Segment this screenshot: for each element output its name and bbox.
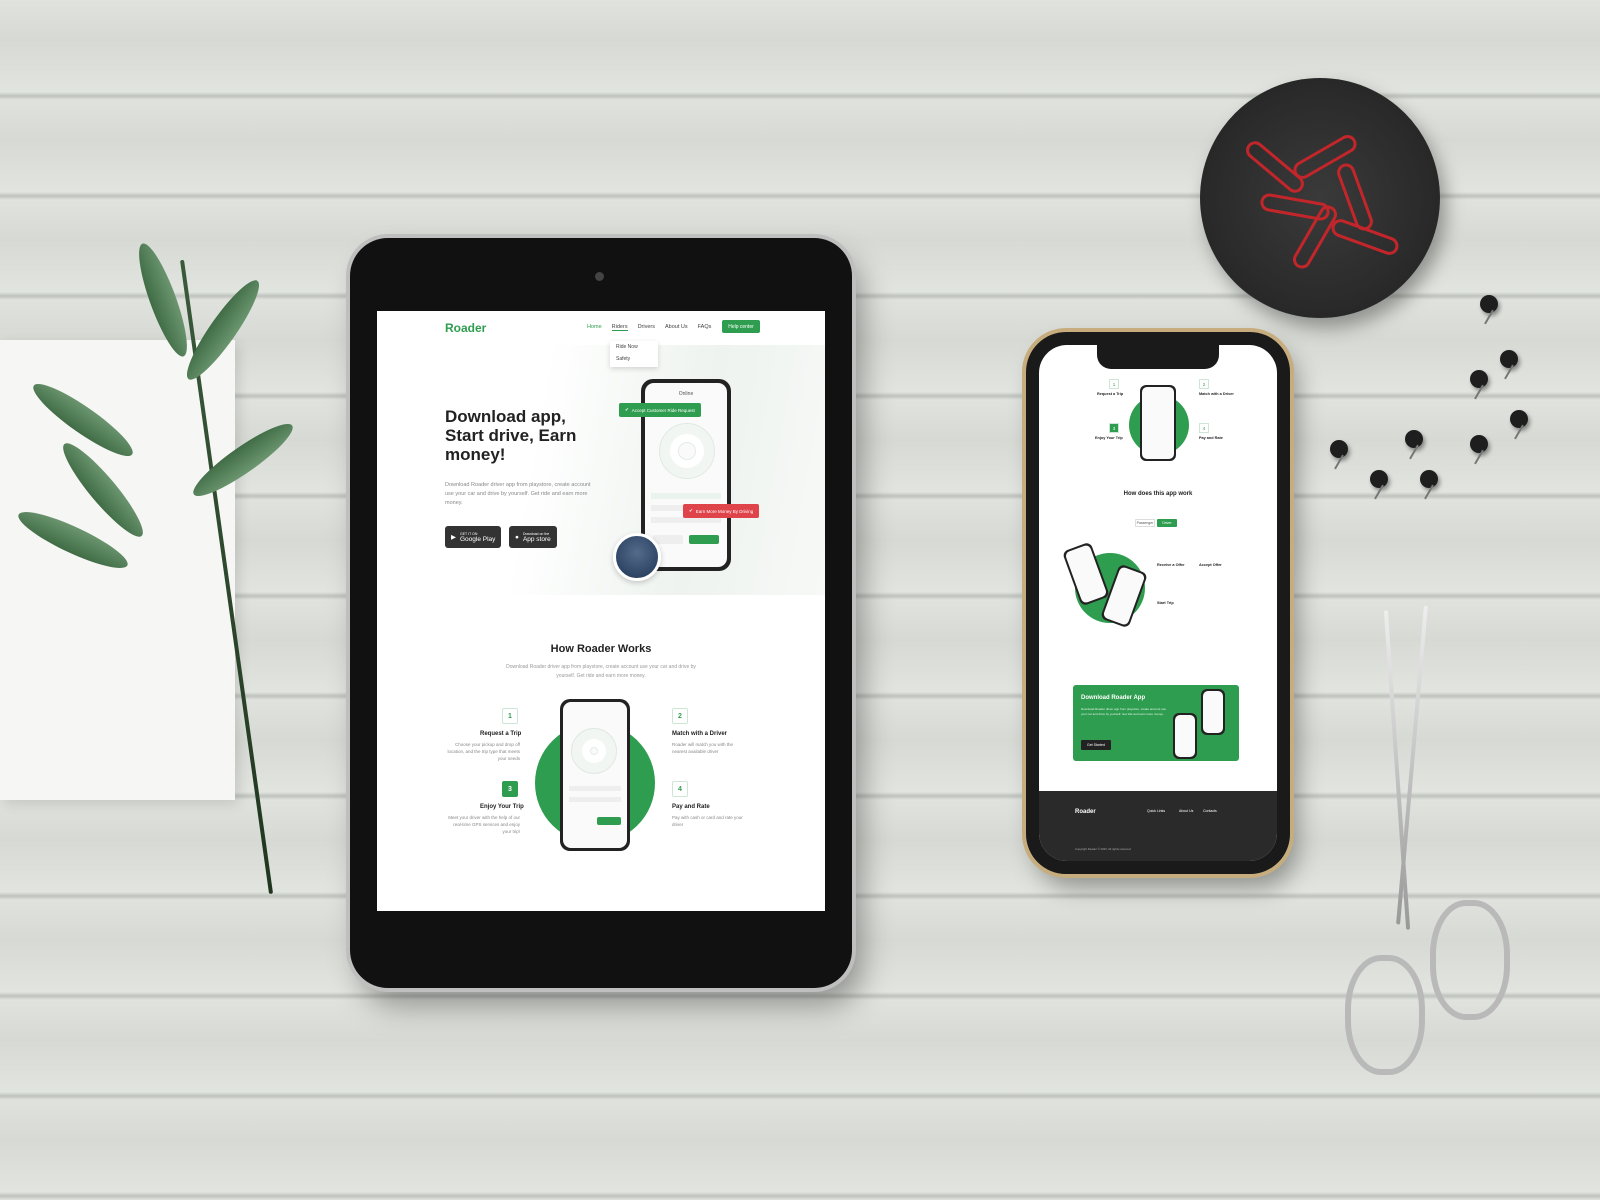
cta-title: Download Roader App <box>1081 695 1146 701</box>
m-step-2-title: Match with a Driver <box>1199 392 1234 396</box>
nav-home[interactable]: Home <box>587 324 602 331</box>
footer-quick-links: Quick Links <box>1147 809 1166 813</box>
nav-riders[interactable]: Riders <box>611 324 628 331</box>
works-title: How Roader Works <box>550 643 652 655</box>
phone-notch <box>1097 345 1219 369</box>
m-step-4-number: 4 <box>1199 423 1209 433</box>
m-step-2-number: 2 <box>1199 379 1209 389</box>
step-1-text: Choose your pickup and drop off location… <box>447 742 520 762</box>
driver-avatar <box>613 533 661 581</box>
toast-text: Earn More Money By Driving <box>695 508 754 514</box>
works-phone-mockup <box>560 699 630 851</box>
phone-device: 1 Request a Trip 2 Match with a Driver 3… <box>1026 332 1290 874</box>
site-header: Roader Home Riders Drivers About Us FAQs… <box>377 311 825 345</box>
footer-copyright: Copyright Roader © 2020. All rights rese… <box>1075 847 1132 851</box>
store-label: App store <box>522 535 551 543</box>
step-4-text: Pay with cash or card and rate your driv… <box>672 815 743 828</box>
accept-button[interactable] <box>689 535 719 544</box>
step-2-title: Match with a Driver <box>672 731 728 737</box>
step-1-title: Request a Trip <box>480 731 522 737</box>
feature-receive-offer: Receive a Offer <box>1157 563 1185 567</box>
push-pin <box>1420 470 1438 488</box>
download-app-banner: Download Roader App Download Roader driv… <box>1073 685 1239 761</box>
phone-status: Online <box>678 391 694 397</box>
ride-card-line <box>651 493 721 499</box>
ride-card-line <box>569 797 621 802</box>
push-pin <box>1470 370 1488 388</box>
footer-about: About Us <box>1179 809 1194 813</box>
step-2-number: 2 <box>672 708 688 724</box>
nav-about[interactable]: About Us <box>665 324 688 331</box>
cta-phone-mockup <box>1201 689 1225 735</box>
steps-phone-mockup <box>1140 385 1176 461</box>
hero-background <box>377 345 825 595</box>
m-step-1-number: 1 <box>1109 379 1119 389</box>
ride-card-line <box>569 786 621 791</box>
feature-start-trip: Start Trip <box>1157 601 1174 605</box>
paperclip-bowl <box>1200 78 1440 318</box>
app-store-button[interactable]: ● Download on the App store <box>509 526 557 548</box>
main-nav: Home Riders Drivers About Us FAQs <box>587 324 711 331</box>
feature-accept-offer: Accept Offer <box>1199 563 1222 567</box>
step-3-text: Meet your driver with the help of our re… <box>448 815 520 835</box>
camera-icon <box>595 272 604 281</box>
push-pin <box>1405 430 1423 448</box>
scissors-handle <box>1430 900 1510 1020</box>
nav-drivers[interactable]: Drivers <box>638 324 655 331</box>
dropdown-safety[interactable]: Safety <box>616 356 652 362</box>
scissors-handle <box>1345 955 1425 1075</box>
step-2-text: Roader will match you with the nearest a… <box>672 742 734 755</box>
m-step-4-title: Pay and Rate <box>1199 436 1223 440</box>
push-pin <box>1510 410 1528 428</box>
m-step-3-title: Enjoy Your Trip <box>1095 436 1123 440</box>
step-3-number: 3 <box>502 781 518 797</box>
step-4-number: 4 <box>672 781 688 797</box>
footer-contacts: Contacts <box>1203 809 1217 813</box>
push-pin <box>1480 295 1498 313</box>
help-center-button[interactable]: Help center <box>722 320 760 333</box>
cta-text: Download Roader driver app from playstor… <box>1081 707 1167 716</box>
step-3-title: Enjoy Your Trip <box>480 804 524 810</box>
site-logo[interactable]: Roader <box>445 321 486 335</box>
push-pin <box>1370 470 1388 488</box>
paper-sheet <box>0 340 235 800</box>
how-app-works-title: How does this app work <box>1123 491 1193 497</box>
check-icon: ✔ <box>689 508 693 513</box>
step-4-title: Pay and Rate <box>672 804 710 810</box>
m-step-3-number: 3 <box>1109 423 1119 433</box>
toast-text: Accept Customer Ride Request <box>631 407 695 413</box>
phone-screen: 1 Request a Trip 2 Match with a Driver 3… <box>1039 345 1277 861</box>
m-step-1-title: Request a Trip <box>1097 392 1124 396</box>
hero-text: Download Roader driver app from playstor… <box>445 482 591 506</box>
works-text: Download Roader driver app from playstor… <box>506 664 696 679</box>
passenger-toggle[interactable]: Passenger <box>1135 519 1155 527</box>
dropdown-ride-now[interactable]: Ride Now <box>616 344 652 350</box>
push-pin <box>1470 435 1488 453</box>
cta-phone-mockup <box>1173 713 1197 759</box>
step-1-number: 1 <box>502 708 518 724</box>
hero-title: Download app, Start drive, Earn money! <box>445 407 577 465</box>
play-icon: ▶ <box>451 534 456 541</box>
accept-toast: ✔ Accept Customer Ride Request <box>619 403 701 417</box>
push-pin <box>1330 440 1348 458</box>
google-play-button[interactable]: ▶ GET IT ON Google Play <box>445 526 502 548</box>
earn-toast: ✔ Earn More Money By Driving <box>683 504 760 518</box>
nav-faqs[interactable]: FAQs <box>698 324 712 331</box>
riders-dropdown: Ride Now Safety <box>610 341 658 367</box>
get-started-button[interactable]: Get Started <box>1081 740 1111 750</box>
store-label: Google Play <box>460 535 496 543</box>
driver-toggle[interactable]: Driver <box>1157 519 1177 527</box>
footer-logo[interactable]: Roader <box>1075 809 1096 815</box>
check-icon: ✔ <box>625 407 629 412</box>
radar-graphic <box>571 728 617 774</box>
accept-button[interactable] <box>597 817 621 825</box>
site-footer: Roader Quick Links About Us Contacts Cop… <box>1039 791 1277 861</box>
radar-graphic <box>659 423 715 479</box>
decline-button[interactable] <box>653 535 683 544</box>
tablet-screen: Roader Home Riders Drivers About Us FAQs… <box>377 311 825 911</box>
apple-icon: ● <box>515 533 519 541</box>
push-pin <box>1500 350 1518 368</box>
tablet-device: Roader Home Riders Drivers About Us FAQs… <box>350 238 852 988</box>
